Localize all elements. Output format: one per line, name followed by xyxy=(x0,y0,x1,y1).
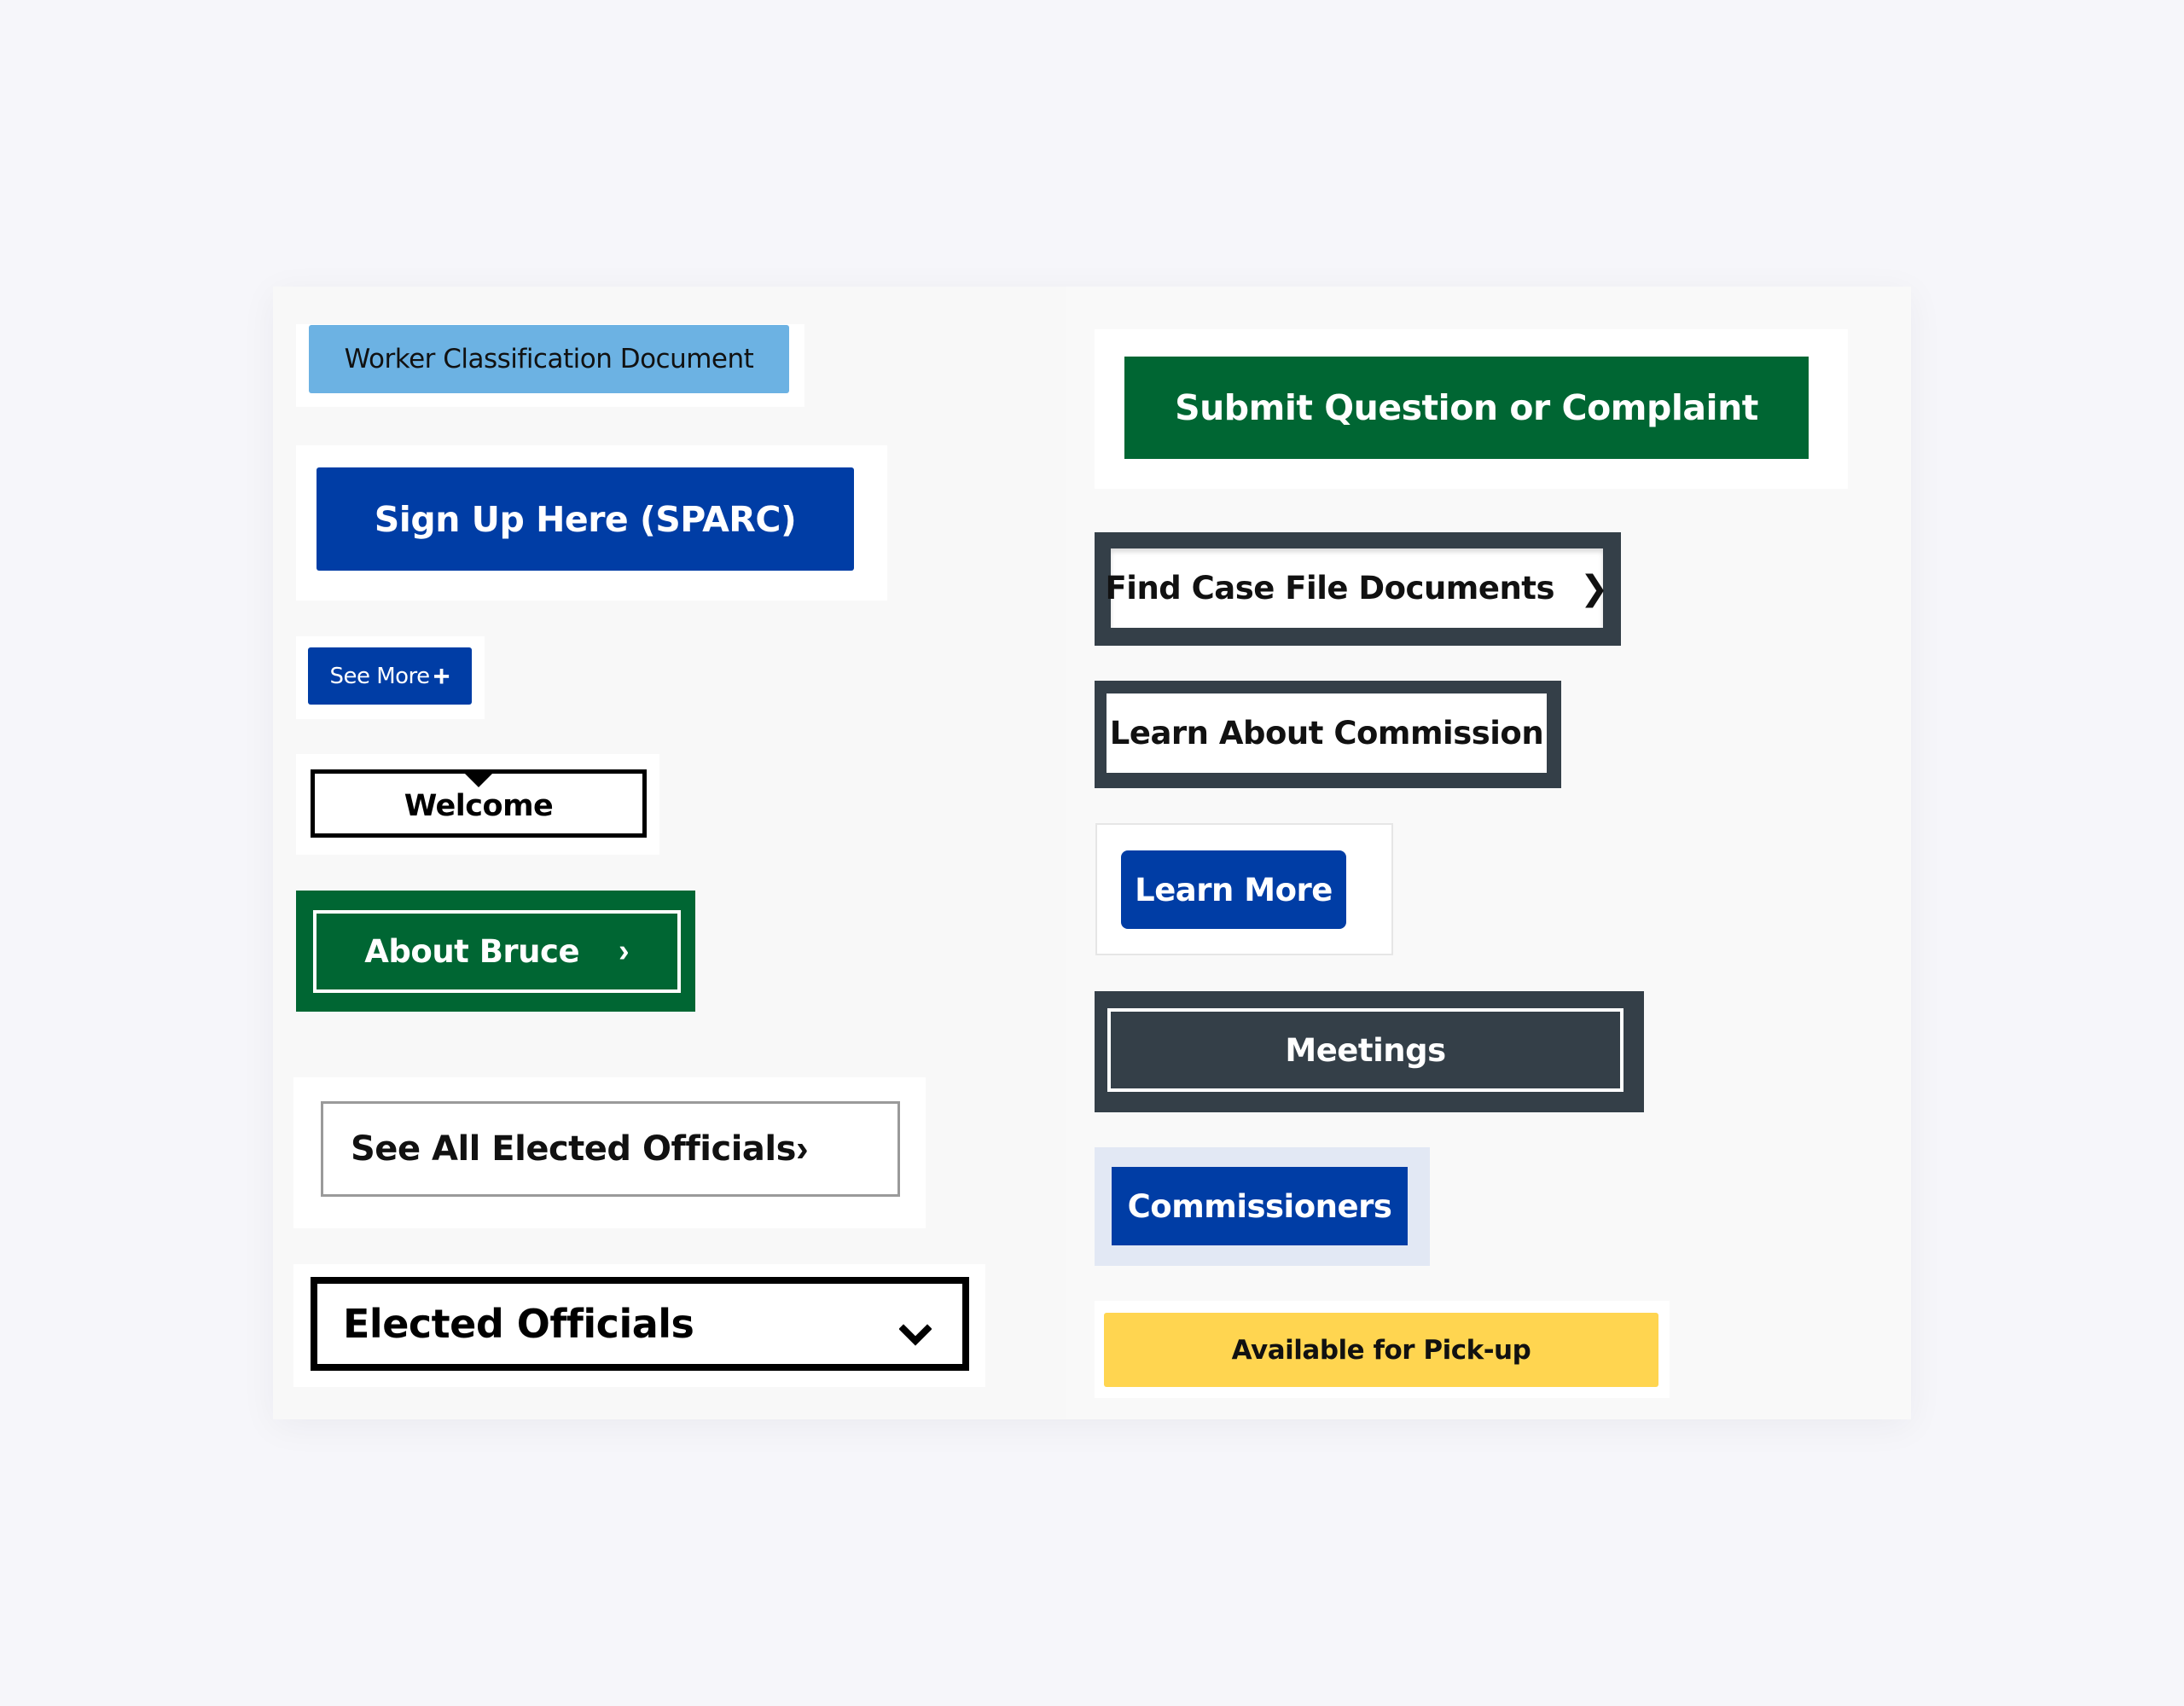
chevron-right-icon: › xyxy=(795,1128,809,1169)
see-more-button[interactable]: See More + xyxy=(308,647,472,705)
meetings-button[interactable]: Meetings xyxy=(1107,1008,1623,1092)
available-pickup-label: Available for Pick-up xyxy=(1231,1334,1531,1366)
learn-about-commission-label: Learn About Commission xyxy=(1109,715,1544,751)
commissioners-label: Commissioners xyxy=(1127,1187,1392,1225)
chevron-right-icon: › xyxy=(619,933,630,969)
learn-about-commission-button[interactable]: Learn About Commission xyxy=(1107,693,1547,773)
see-all-elected-officials-button[interactable]: See All Elected Officials › xyxy=(321,1101,900,1197)
chevron-right-icon: ❯ xyxy=(1580,569,1609,607)
about-bruce-label: About Bruce xyxy=(364,933,580,970)
commissioners-button[interactable]: Commissioners xyxy=(1112,1167,1408,1245)
sign-up-label: Sign Up Here (SPARC) xyxy=(374,498,797,540)
chevron-down-icon xyxy=(898,1311,932,1346)
learn-more-button[interactable]: Learn More xyxy=(1121,850,1346,929)
worker-classification-label: Worker Classification Document xyxy=(344,344,754,374)
find-case-files-label: Find Case File Documents xyxy=(1105,570,1554,606)
elected-officials-dropdown[interactable]: Elected Officials xyxy=(311,1277,969,1371)
submit-question-label: Submit Question or Complaint xyxy=(1175,387,1758,428)
meetings-label: Meetings xyxy=(1285,1031,1446,1069)
elected-officials-label: Elected Officials xyxy=(343,1301,694,1347)
about-bruce-button[interactable]: About Bruce › xyxy=(313,910,681,993)
plus-icon: + xyxy=(433,659,450,693)
welcome-tab[interactable]: Welcome xyxy=(311,769,647,838)
available-pickup-badge[interactable]: Available for Pick-up xyxy=(1104,1313,1658,1387)
welcome-label: Welcome xyxy=(404,789,554,823)
see-all-elected-label: See All Elected Officials xyxy=(351,1129,796,1169)
sign-up-button[interactable]: Sign Up Here (SPARC) xyxy=(317,467,854,571)
see-more-label: See More xyxy=(329,663,430,689)
worker-classification-button[interactable]: Worker Classification Document xyxy=(309,325,789,393)
caret-down-icon xyxy=(464,773,493,787)
learn-more-label: Learn More xyxy=(1135,871,1333,908)
submit-question-button[interactable]: Submit Question or Complaint xyxy=(1124,357,1809,459)
find-case-files-button[interactable]: Find Case File Documents ❯ xyxy=(1105,548,1609,628)
